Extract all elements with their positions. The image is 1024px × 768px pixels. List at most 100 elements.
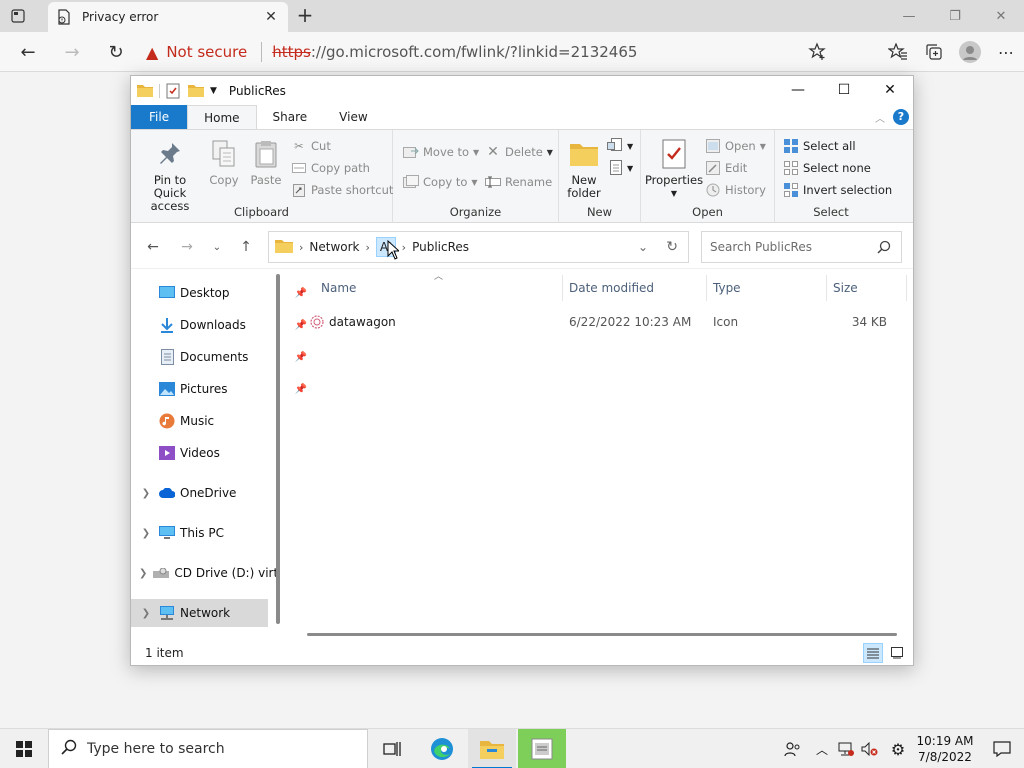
- taskbar-clock[interactable]: 10:19 AM 7/8/2022: [910, 733, 980, 765]
- column-header-type[interactable]: Type: [713, 275, 741, 301]
- column-separator[interactable]: [906, 275, 907, 301]
- tab-file[interactable]: File: [131, 105, 188, 129]
- volume-muted-icon[interactable]: [858, 729, 882, 768]
- browser-close-button[interactable]: ✕: [978, 0, 1024, 32]
- column-separator[interactable]: [826, 275, 827, 301]
- paste-button[interactable]: Paste: [245, 138, 287, 187]
- task-view-button[interactable]: [368, 729, 416, 768]
- notification-center-icon[interactable]: [980, 729, 1024, 768]
- large-icons-view-button[interactable]: [887, 643, 907, 663]
- move-to-button[interactable]: Move to ▼: [403, 142, 479, 162]
- edit-button[interactable]: Edit: [705, 158, 747, 178]
- new-folder-quick-icon[interactable]: [188, 83, 204, 99]
- pin-quick-access-button[interactable]: Pin to Quick access: [137, 138, 203, 213]
- up-level-icon[interactable]: ↑: [236, 237, 256, 257]
- explorer-close-button[interactable]: ✕: [867, 76, 913, 104]
- taskbar-file-explorer-button[interactable]: [468, 729, 516, 768]
- settings-more-icon[interactable]: ⋯: [988, 34, 1024, 70]
- delete-button[interactable]: ✕ Delete ▼: [485, 142, 553, 162]
- start-button[interactable]: [0, 729, 48, 768]
- breadcrumb-chevron-icon[interactable]: ›: [366, 241, 370, 254]
- favorites-icon[interactable]: [880, 34, 916, 70]
- new-item-button[interactable]: ▼: [607, 136, 633, 156]
- browser-tab[interactable]: Privacy error ✕: [48, 2, 288, 32]
- collections-icon[interactable]: [916, 34, 952, 70]
- explorer-back-icon[interactable]: ←: [143, 237, 163, 257]
- add-favorite-icon[interactable]: [808, 42, 828, 62]
- tab-home[interactable]: Home: [187, 105, 257, 129]
- taskbar-edge-button[interactable]: [418, 729, 466, 768]
- recent-locations-icon[interactable]: ⌄: [207, 237, 227, 257]
- select-all-button[interactable]: Select all: [783, 136, 856, 156]
- new-folder-button[interactable]: New folder: [565, 138, 603, 200]
- taskbar-app-button[interactable]: [518, 729, 566, 768]
- column-header-size[interactable]: Size: [833, 275, 858, 301]
- nav-this-pc[interactable]: ❯ This PC: [131, 519, 271, 547]
- breadcrumb-chevron-icon[interactable]: ›: [299, 241, 303, 254]
- copy-button[interactable]: Copy: [205, 138, 243, 187]
- expand-chevron-icon[interactable]: ❯: [139, 488, 153, 499]
- history-button[interactable]: History: [705, 180, 766, 200]
- tab-actions-icon[interactable]: [8, 6, 28, 26]
- history-icon: [705, 182, 721, 198]
- url-text[interactable]: https://go.microsoft.com/fwlink/?linkid=…: [272, 43, 637, 61]
- explorer-maximize-button[interactable]: ☐: [821, 76, 867, 104]
- move-to-icon: [403, 144, 419, 160]
- breadcrumb-publicres[interactable]: PublicRes: [412, 240, 469, 254]
- nav-cd-drive[interactable]: ❯ CD Drive (D:) virt: [131, 559, 278, 587]
- expand-chevron-icon[interactable]: ❯: [139, 528, 153, 539]
- security-label[interactable]: Not secure: [166, 43, 247, 61]
- tab-view[interactable]: View: [323, 105, 383, 129]
- qat-dropdown-icon[interactable]: ▼: [210, 86, 217, 96]
- nav-onedrive[interactable]: ❯ OneDrive: [131, 479, 271, 507]
- breadcrumb-network[interactable]: Network: [309, 240, 359, 254]
- new-tab-button[interactable]: +: [294, 5, 316, 27]
- taskbar-search-box[interactable]: Type here to search: [48, 729, 368, 768]
- select-none-button[interactable]: Select none: [783, 158, 871, 178]
- browser-minimize-button[interactable]: —: [886, 0, 932, 32]
- copy-path-button[interactable]: Copy path: [291, 158, 370, 178]
- help-icon[interactable]: ?: [893, 109, 909, 125]
- show-hidden-icons-icon[interactable]: ︿: [810, 729, 834, 768]
- properties-quick-icon[interactable]: [166, 83, 182, 99]
- refresh-icon[interactable]: ↻: [102, 38, 130, 66]
- browser-restore-button[interactable]: ❐: [932, 0, 978, 32]
- details-view-button[interactable]: [863, 643, 883, 663]
- profile-avatar-icon[interactable]: [952, 34, 988, 70]
- breadcrumb-chevron-icon[interactable]: ›: [402, 241, 406, 254]
- tab-close-icon[interactable]: ✕: [262, 8, 280, 26]
- network-status-icon[interactable]: [834, 729, 858, 768]
- explorer-minimize-button[interactable]: —: [775, 76, 821, 104]
- back-icon[interactable]: ←: [14, 38, 42, 66]
- nav-network[interactable]: ❯ Network: [131, 599, 268, 627]
- column-separator[interactable]: [706, 275, 707, 301]
- explorer-search-placeholder: Search PublicRes: [710, 240, 812, 254]
- column-header-date[interactable]: Date modified: [569, 275, 654, 301]
- invert-selection-button[interactable]: Invert selection: [783, 180, 892, 200]
- table-row[interactable]: datawagon 6/22/2022 10:23 AM Icon 34 KB: [303, 311, 903, 333]
- rename-button[interactable]: Rename: [485, 172, 552, 192]
- expand-chevron-icon[interactable]: ❯: [139, 608, 153, 619]
- explorer-address-box[interactable]: › Network › AJ › PublicRes ⌄ ↻: [268, 231, 689, 263]
- collapse-ribbon-icon[interactable]: ︿: [875, 110, 885, 125]
- expand-chevron-icon[interactable]: ❯: [139, 568, 147, 579]
- properties-button[interactable]: Properties ▼: [645, 138, 703, 200]
- file-list-hscrollbar[interactable]: [307, 633, 897, 636]
- explorer-search-box[interactable]: Search PublicRes: [701, 231, 902, 263]
- paste-shortcut-button[interactable]: Paste shortcut: [291, 180, 393, 200]
- explorer-forward-icon[interactable]: →: [177, 237, 197, 257]
- people-icon[interactable]: [776, 729, 810, 768]
- forward-icon[interactable]: →: [58, 38, 86, 66]
- open-button[interactable]: Open ▼: [705, 136, 766, 156]
- nav-pane-scrollbar[interactable]: [276, 274, 280, 624]
- copy-to-button[interactable]: Copy to ▼: [403, 172, 478, 192]
- address-bar[interactable]: ▲ Not secure https://go.microsoft.com/fw…: [140, 36, 836, 68]
- column-separator[interactable]: [562, 275, 563, 301]
- easy-access-button[interactable]: ▼: [607, 158, 633, 178]
- refresh-folder-icon[interactable]: ↻: [666, 239, 678, 255]
- tab-share[interactable]: Share: [257, 105, 324, 129]
- settings-gear-icon[interactable]: ⚙: [886, 729, 910, 768]
- address-dropdown-icon[interactable]: ⌄: [638, 240, 648, 254]
- cut-button[interactable]: ✂ Cut: [291, 136, 331, 156]
- column-header-name[interactable]: Name: [321, 275, 356, 301]
